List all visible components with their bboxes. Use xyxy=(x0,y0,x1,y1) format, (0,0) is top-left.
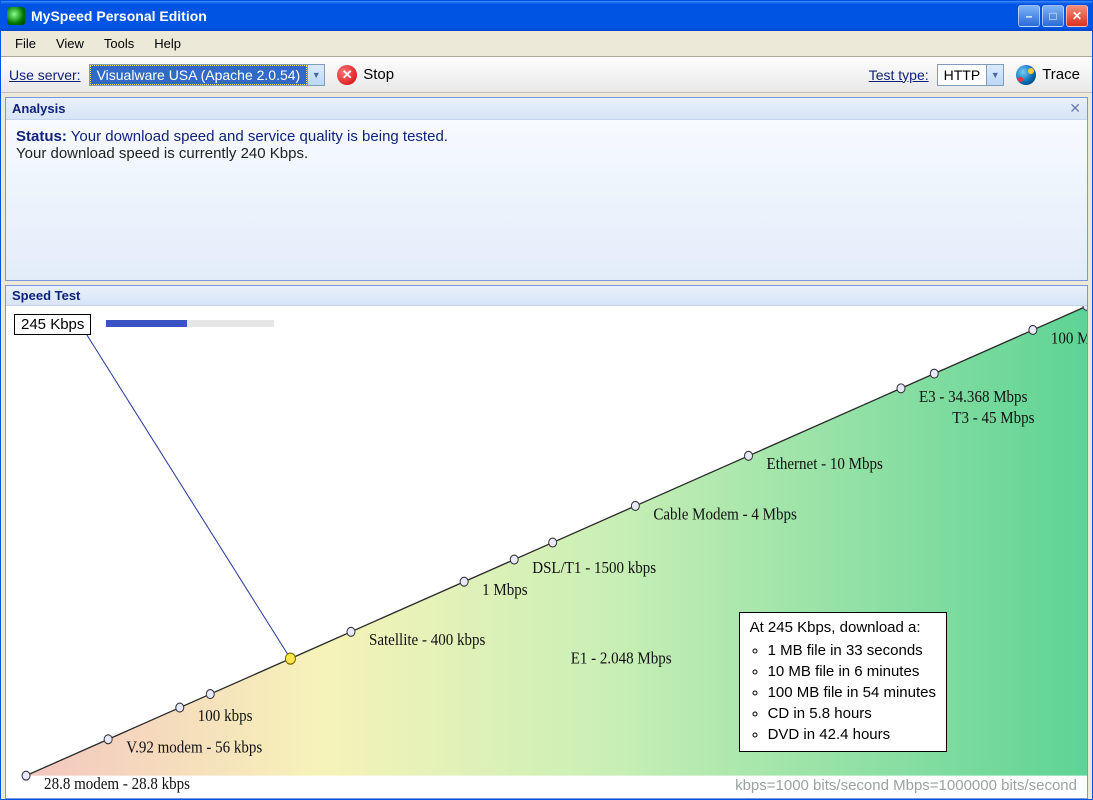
svg-text:100 kbps: 100 kbps xyxy=(198,707,253,725)
trace-label: Trace xyxy=(1042,66,1080,83)
svg-text:Cable Modem - 4 Mbps: Cable Modem - 4 Mbps xyxy=(653,506,796,524)
menubar: File View Tools Help xyxy=(1,31,1092,57)
svg-text:DSL/T1 - 1500 kbps: DSL/T1 - 1500 kbps xyxy=(532,559,656,577)
svg-text:100 Mbps: 100 Mbps xyxy=(1051,330,1087,348)
progress-fill xyxy=(106,320,187,327)
analysis-panel: Analysis ✕ Status: Your download speed a… xyxy=(5,97,1088,281)
svg-text:E1 - 2.048 Mbps: E1 - 2.048 Mbps xyxy=(571,650,672,668)
test-type-select[interactable]: HTTP ▼ xyxy=(937,64,1005,86)
estimate-item: 1 MB file in 33 seconds xyxy=(768,640,936,661)
svg-text:E3 - 34.368 Mbps: E3 - 34.368 Mbps xyxy=(919,388,1027,406)
estimate-item: CD in 5.8 hours xyxy=(768,703,936,724)
analysis-body: Status: Your download speed and service … xyxy=(6,120,1087,280)
download-estimate-box: At 245 Kbps, download a: 1 MB file in 33… xyxy=(739,612,947,752)
chevron-down-icon[interactable]: ▼ xyxy=(307,65,324,85)
chevron-down-icon[interactable]: ▼ xyxy=(986,65,1003,85)
menu-file[interactable]: File xyxy=(5,33,46,54)
speed-test-header: Speed Test xyxy=(6,286,1087,306)
close-button[interactable]: ✕ xyxy=(1066,5,1088,27)
menu-help[interactable]: Help xyxy=(144,33,191,54)
status-line-2: Your download speed is currently 240 Kbp… xyxy=(16,145,1077,162)
analysis-header: Analysis ✕ xyxy=(6,98,1087,120)
status-label: Status: xyxy=(16,128,67,145)
test-type-label[interactable]: Test type: xyxy=(869,67,929,83)
estimate-item: 10 MB file in 6 minutes xyxy=(768,661,936,682)
estimate-item: 100 MB file in 54 minutes xyxy=(768,682,936,703)
app-window: MySpeed Personal Edition – □ ✕ File View… xyxy=(0,0,1093,800)
svg-text:T3 - 45 Mbps: T3 - 45 Mbps xyxy=(952,409,1034,427)
estimate-header: At 245 Kbps, download a: xyxy=(750,617,936,638)
svg-text:28.8 modem - 28.8 kbps: 28.8 modem - 28.8 kbps xyxy=(44,775,190,793)
toolbar: Use server: Visualware USA (Apache 2.0.5… xyxy=(1,57,1092,93)
menu-view[interactable]: View xyxy=(46,33,94,54)
menu-tools[interactable]: Tools xyxy=(94,33,144,54)
panel-close-icon[interactable]: ✕ xyxy=(1069,100,1081,117)
trace-button[interactable]: Trace xyxy=(1012,63,1084,87)
speed-test-body: 28.8 modem - 28.8 kbps V.92 modem - 56 kb… xyxy=(6,306,1087,798)
globe-icon xyxy=(1016,65,1036,85)
minimize-button[interactable]: – xyxy=(1018,5,1040,27)
progress-bar xyxy=(106,320,274,327)
svg-text:Satellite - 400 kbps: Satellite - 400 kbps xyxy=(369,632,485,650)
svg-text:Ethernet - 10 Mbps: Ethernet - 10 Mbps xyxy=(767,456,883,474)
server-select[interactable]: Visualware USA (Apache 2.0.54) ▼ xyxy=(89,64,326,86)
test-type-value: HTTP xyxy=(938,65,987,85)
status-text: Your download speed and service quality … xyxy=(71,128,448,145)
use-server-label[interactable]: Use server: xyxy=(9,67,81,83)
stop-label: Stop xyxy=(363,66,394,83)
units-footnote: kbps=1000 bits/second Mbps=1000000 bits/… xyxy=(735,777,1077,794)
server-select-value: Visualware USA (Apache 2.0.54) xyxy=(90,65,308,85)
current-speed-readout: 245 Kbps xyxy=(14,314,91,335)
speed-test-panel: Speed Test 28.8 modem - 28.8 kbps V.92 mo… xyxy=(5,285,1088,799)
window-title: MySpeed Personal Edition xyxy=(31,8,1018,24)
maximize-button[interactable]: □ xyxy=(1042,5,1064,27)
stop-button[interactable]: ✕ Stop xyxy=(333,63,398,87)
app-icon xyxy=(7,7,25,25)
stop-icon: ✕ xyxy=(337,65,357,85)
estimate-item: DVD in 42.4 hours xyxy=(768,724,936,745)
svg-text:1 Mbps: 1 Mbps xyxy=(482,581,527,599)
titlebar: MySpeed Personal Edition – □ ✕ xyxy=(1,1,1092,31)
svg-text:V.92 modem - 56 kbps: V.92 modem - 56 kbps xyxy=(126,739,262,757)
